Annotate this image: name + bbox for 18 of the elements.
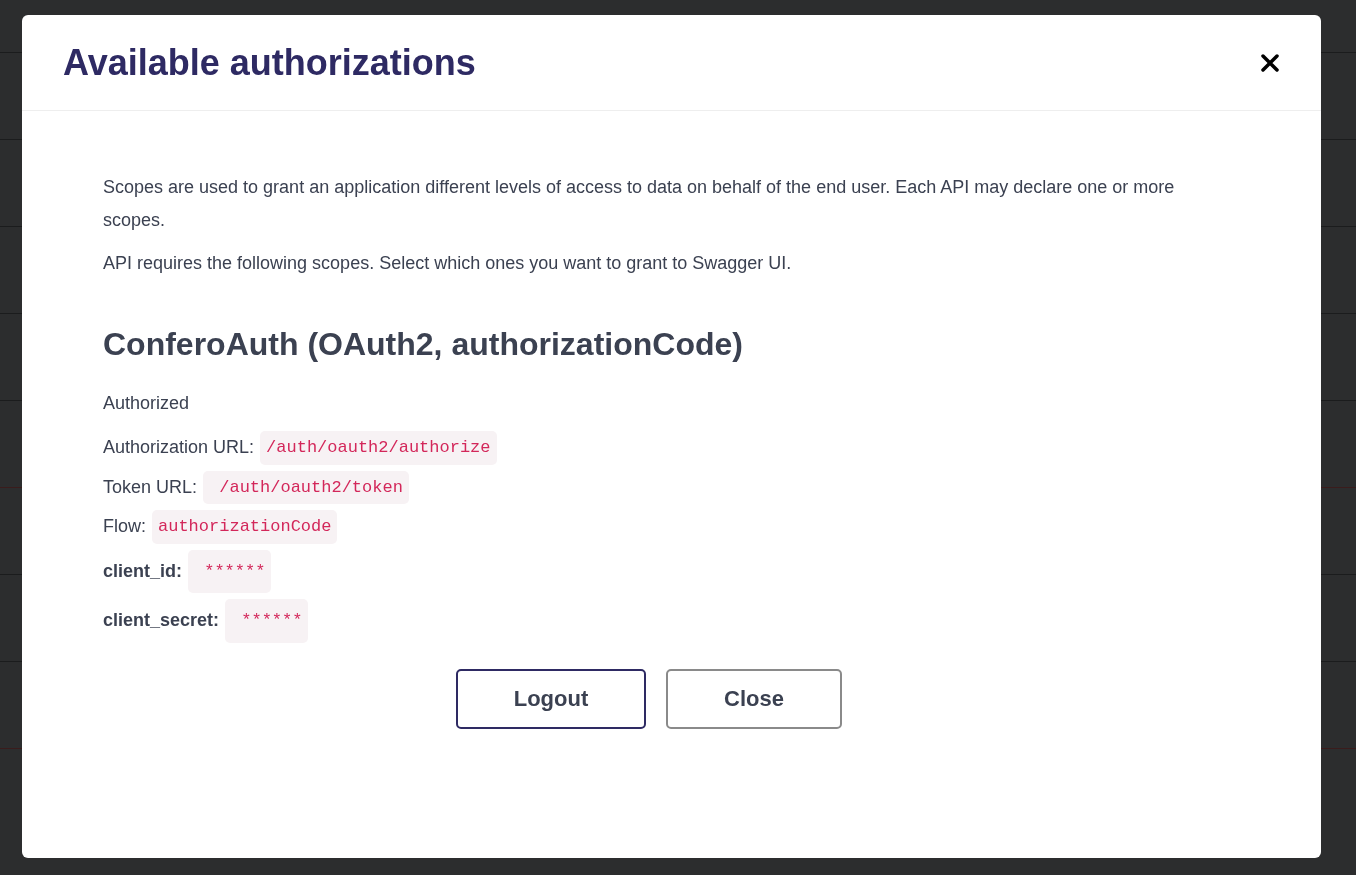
field-value: /auth/oauth2/authorize [260, 431, 497, 465]
scheme-heading: ConferoAuth (OAuth2, authorizationCode) [103, 325, 744, 364]
modal-title: Available authorizations [63, 40, 476, 85]
field-value: /auth/oauth2/token [203, 470, 409, 504]
close-icon [1260, 52, 1280, 73]
field-value: ****** [225, 599, 309, 643]
description-text: API requires the following scopes. Select which ones you want to grant to Swagger UI. [103, 252, 793, 275]
dialog-button[interactable]: Close [666, 668, 842, 729]
field-label: Token URL: [103, 475, 198, 499]
field-value: ****** [188, 549, 272, 593]
field-value: authorizationCode [152, 510, 338, 544]
field-label: Authorization URL: [103, 436, 255, 460]
description-text: Scopes are used to grant an application different levels of access to data on behalf of the end user. Each API may declare one or more scopes. [103, 176, 1176, 232]
dialog-button[interactable]: Logout [456, 668, 646, 729]
field-label: client_id: [103, 559, 182, 583]
auth-status: Authorized [103, 392, 191, 415]
field-label: client_secret: [103, 609, 220, 633]
field-label: Flow: [103, 515, 146, 539]
